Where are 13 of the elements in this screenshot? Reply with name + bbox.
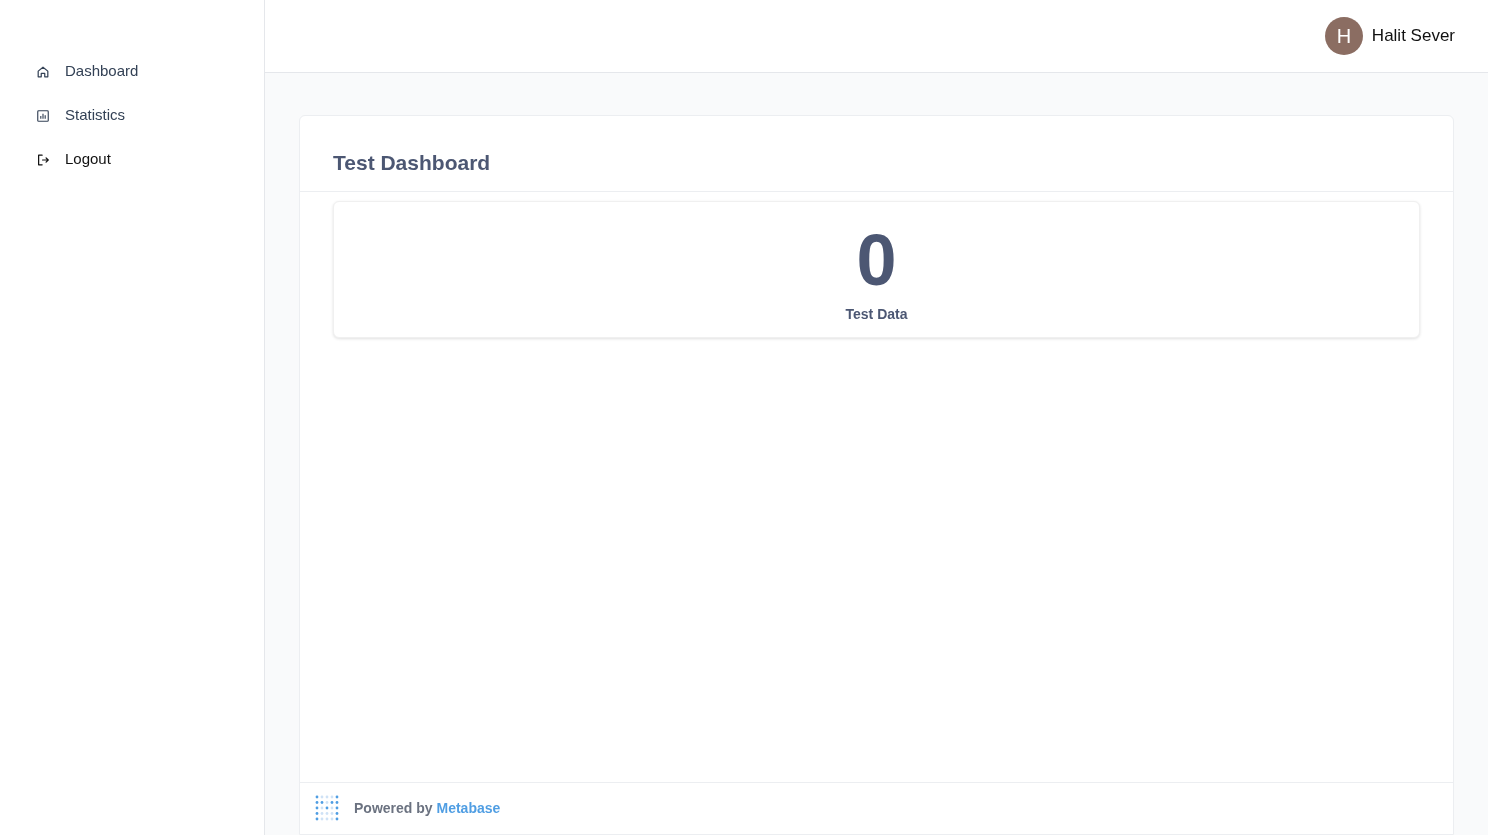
- sidebar-link[interactable]: Logout: [36, 147, 228, 172]
- sidebar-link[interactable]: Dashboard: [36, 59, 228, 84]
- home-icon: [36, 64, 50, 79]
- bar-chart-icon: [36, 108, 50, 123]
- avatar[interactable]: H: [1324, 17, 1363, 55]
- dashboard-title: Test Dashboard: [333, 149, 491, 176]
- logout-icon: [36, 152, 50, 167]
- powered-by-text: Powered by Metabase: [354, 799, 501, 818]
- logo-icon: [315, 794, 339, 823]
- user-name: Halit Sever: [1371, 25, 1455, 48]
- metric-label: Test Data: [845, 305, 908, 324]
- metric-value: 0: [856, 220, 897, 300]
- sidebar-link[interactable]: Statistics: [36, 103, 228, 128]
